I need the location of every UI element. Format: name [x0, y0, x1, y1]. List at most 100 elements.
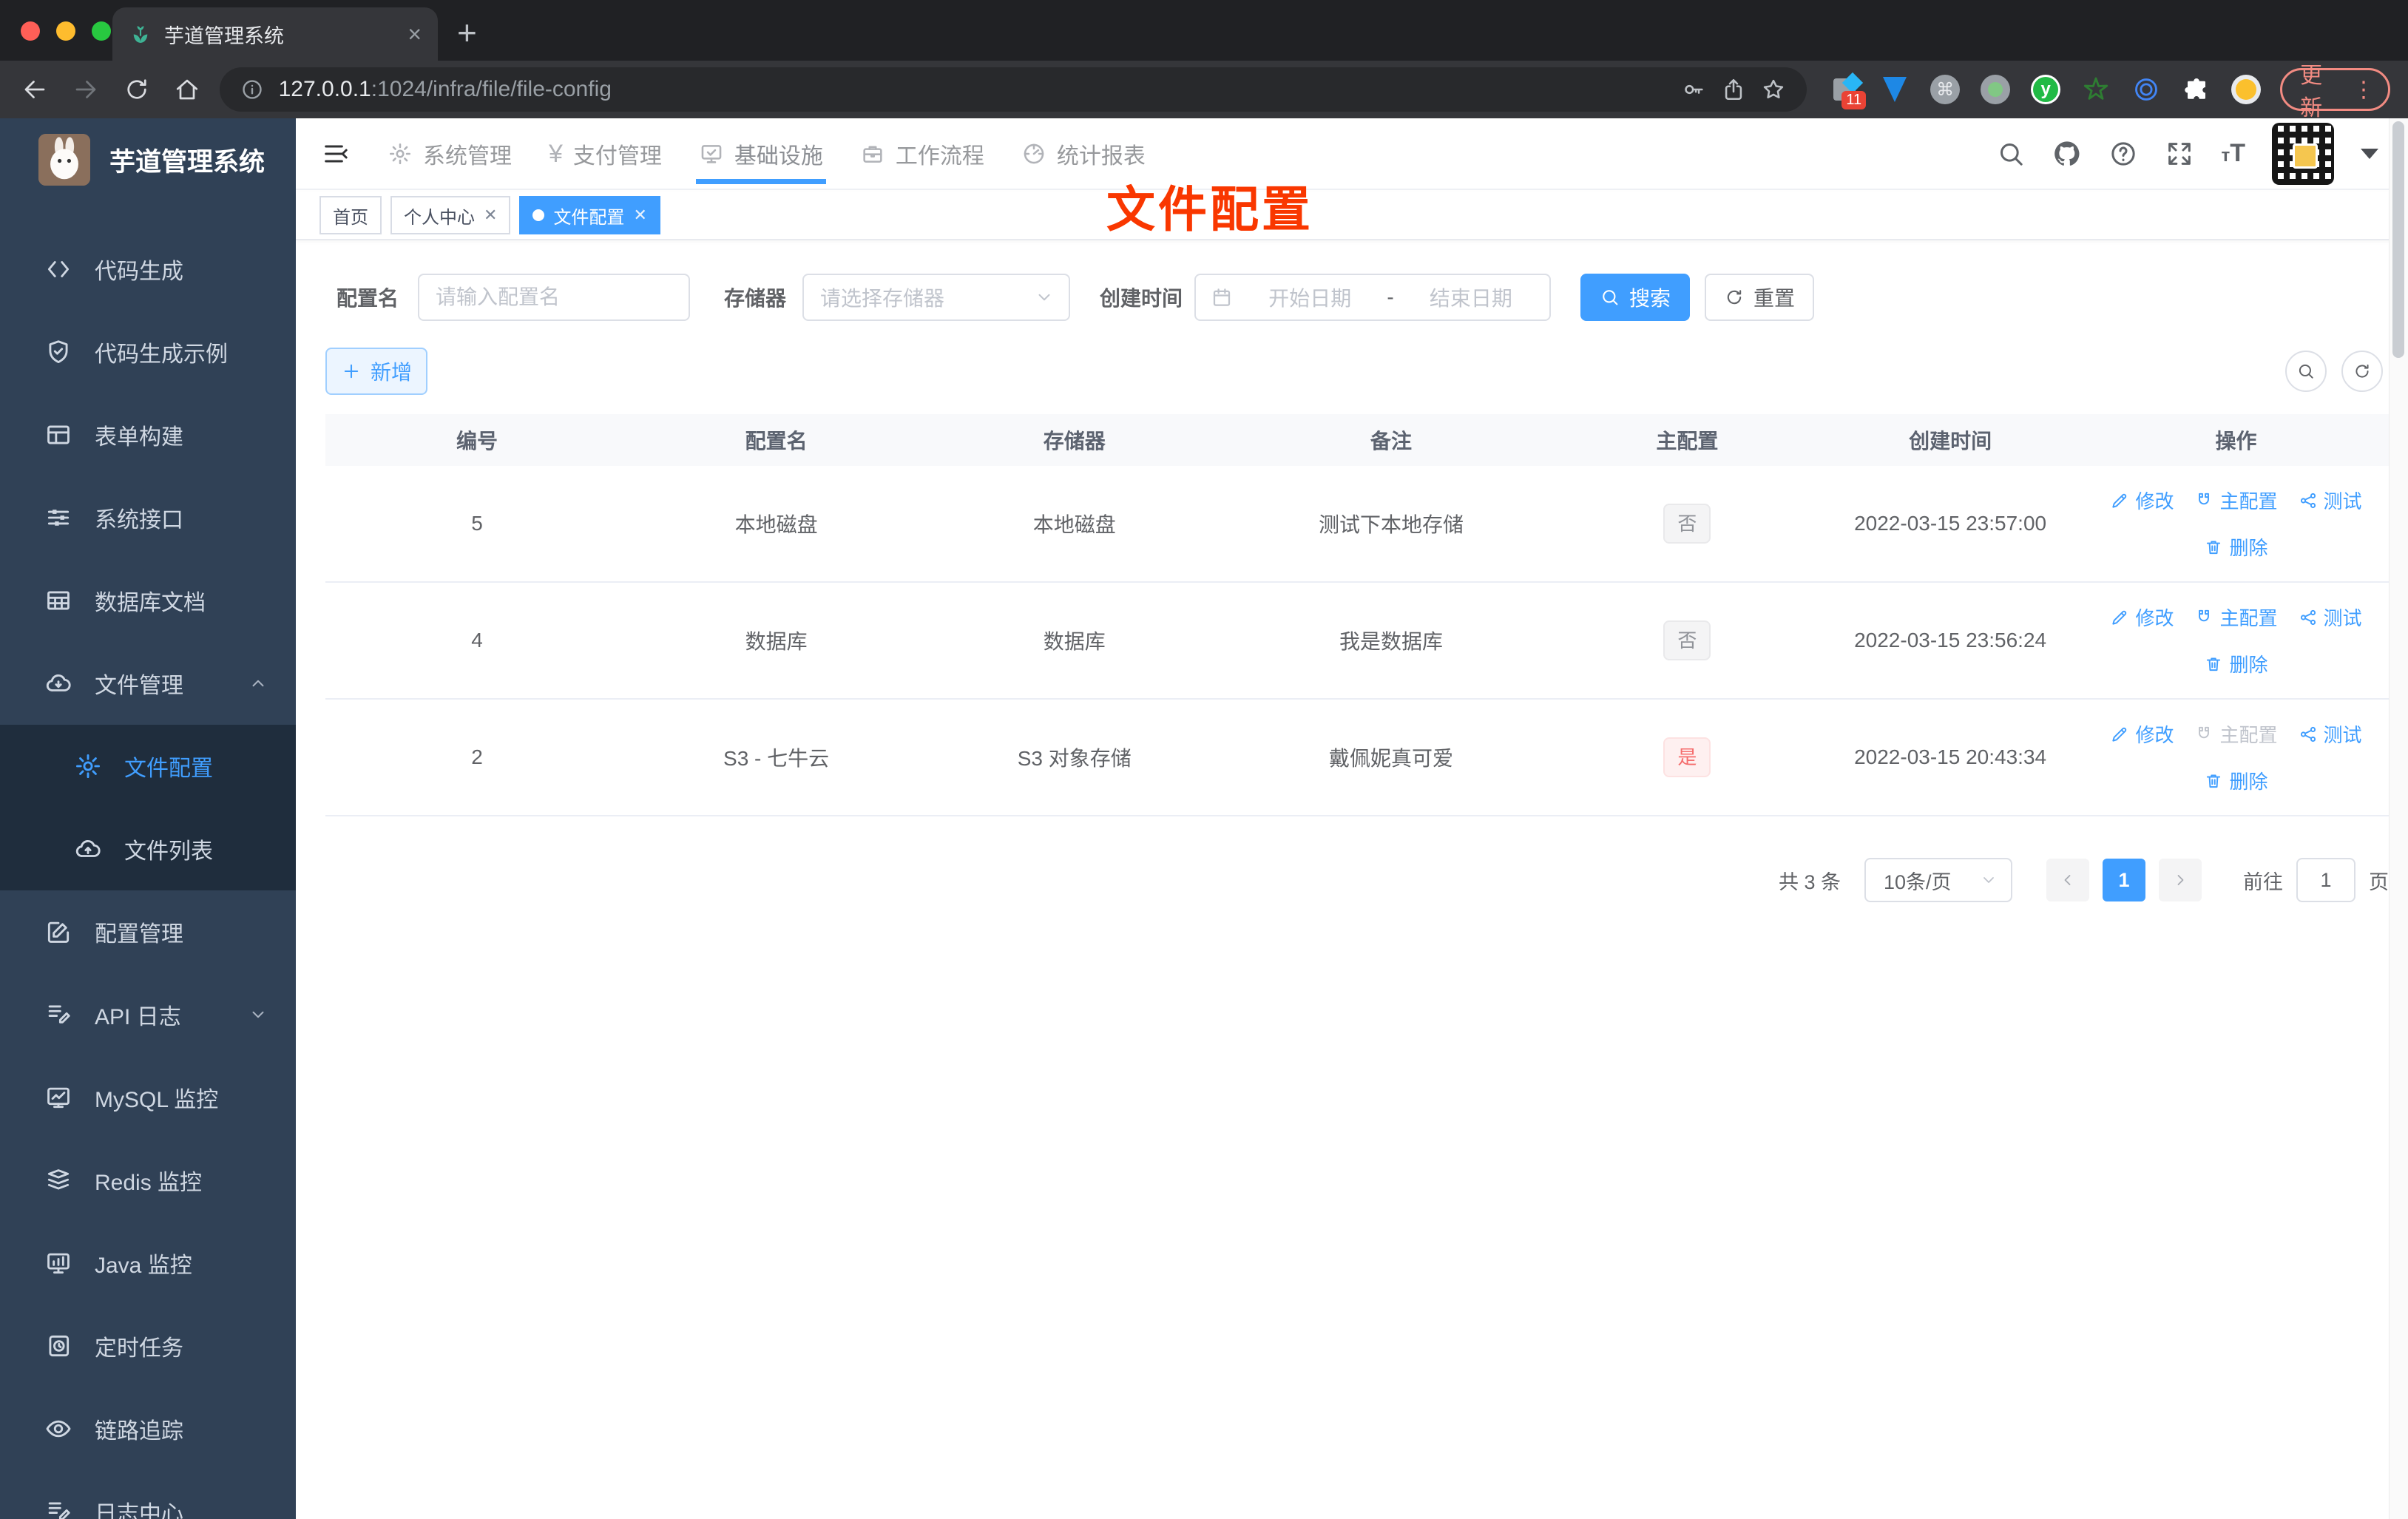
sidebar-collapse-icon[interactable] — [321, 139, 351, 169]
window-close-button[interactable] — [21, 21, 40, 41]
window-zoom-button[interactable] — [92, 21, 111, 41]
home-icon[interactable] — [172, 76, 203, 103]
pencil-icon — [2112, 610, 2127, 625]
edit-link[interactable]: 修改 — [2110, 720, 2174, 748]
url-bar[interactable]: 127.0.0.1:1024/infra/file/file-config — [219, 67, 1807, 112]
password-key-icon[interactable] — [1681, 77, 1706, 102]
goto-page-input[interactable] — [2296, 858, 2355, 902]
github-icon[interactable] — [2052, 139, 2082, 169]
tag-file-config[interactable]: 文件配置 ✕ — [519, 196, 660, 234]
browser-menu-icon[interactable]: ⋮ — [2353, 77, 2375, 103]
sidebar-item-system-api[interactable]: 系统接口 — [0, 476, 296, 559]
search-icon — [2299, 364, 2313, 379]
master-config-link[interactable]: 主配置 — [2194, 603, 2278, 631]
storage-label: 存储器 — [724, 287, 787, 310]
master-config-link[interactable]: 主配置 — [2194, 487, 2278, 514]
sidebar-item-code-gen[interactable]: 代码生成 — [0, 228, 296, 311]
reload-icon[interactable] — [121, 76, 152, 103]
edit-link[interactable]: 修改 — [2110, 603, 2174, 631]
tag-home[interactable]: 首页 — [319, 196, 382, 234]
user-avatar-qr[interactable] — [2272, 122, 2334, 185]
sidebar-item-tracing[interactable]: 链路追踪 — [0, 1387, 296, 1470]
nav-menu-infra[interactable]: 基础设施 — [695, 118, 826, 189]
page-content: 配置名 存储器 请选择存储器 创建时间 开始日期 - 结束日期 搜索 — [296, 240, 2389, 1519]
code-icon — [47, 261, 70, 277]
refresh-table-button[interactable] — [2341, 351, 2383, 392]
tab-close-icon[interactable]: × — [407, 21, 422, 48]
share-icon[interactable] — [1721, 77, 1746, 102]
browser-tab[interactable]: 芋道管理系统 × — [112, 7, 438, 61]
config-name-input[interactable] — [418, 274, 691, 321]
share-nodes-icon — [2300, 609, 2316, 625]
extension-icon-3[interactable]: ⌘ — [1930, 74, 1961, 105]
extension-icon-6[interactable] — [2080, 74, 2111, 105]
extension-icon-7[interactable] — [2131, 74, 2162, 105]
nav-menu-workflow[interactable]: 工作流程 — [860, 118, 984, 189]
next-page-button[interactable] — [2159, 859, 2202, 901]
sidebar-logo[interactable]: 芋道管理系统 — [0, 118, 296, 201]
test-link[interactable]: 测试 — [2299, 720, 2362, 748]
close-icon[interactable]: ✕ — [633, 206, 646, 225]
prev-page-button[interactable] — [2046, 859, 2089, 901]
sidebar-item-db-doc[interactable]: 数据库文档 — [0, 559, 296, 642]
tag-profile[interactable]: 个人中心 ✕ — [390, 196, 511, 234]
sidebar-item-file-manage[interactable]: 文件管理 — [0, 642, 296, 725]
fullscreen-icon[interactable] — [2165, 139, 2194, 169]
sidebar-item-form-builder[interactable]: 表单构建 — [0, 393, 296, 476]
delete-link[interactable]: 删除 — [2204, 767, 2268, 794]
sidebar-item-code-demo[interactable]: 代码生成示例 — [0, 311, 296, 393]
extension-icon-2[interactable] — [1879, 74, 1910, 105]
sidebar-item-java-monitor[interactable]: Java 监控 — [0, 1222, 296, 1305]
extensions-puzzle-icon[interactable] — [2181, 74, 2212, 105]
new-tab-button[interactable]: + — [457, 13, 477, 52]
help-icon[interactable] — [2108, 139, 2138, 169]
sidebar-item-file-list[interactable]: 文件列表 — [0, 808, 296, 890]
sidebar-item-file-config[interactable]: 文件配置 — [0, 725, 296, 808]
date-range-picker[interactable]: 开始日期 - 结束日期 — [1194, 274, 1552, 321]
url-text[interactable]: 127.0.0.1:1024/infra/file/file-config — [279, 77, 1667, 102]
delete-link[interactable]: 删除 — [2204, 650, 2268, 677]
sidebar-item-redis-monitor[interactable]: Redis 监控 — [0, 1139, 296, 1222]
nav-menu-system[interactable]: 系统管理 — [388, 118, 512, 189]
sidebar-item-cron-job[interactable]: 定时任务 — [0, 1305, 296, 1387]
font-size-icon[interactable]: тT — [2221, 139, 2245, 168]
trash-icon — [2207, 774, 2221, 788]
bookmark-star-icon[interactable] — [1761, 77, 1786, 102]
nav-menu-pay[interactable]: ¥ 支付管理 — [549, 118, 662, 189]
sidebar-item-api-log[interactable]: API 日志 — [0, 973, 296, 1056]
page-number-active[interactable]: 1 — [2103, 859, 2145, 901]
test-link[interactable]: 测试 — [2299, 487, 2362, 514]
search-button[interactable]: 搜索 — [1580, 274, 1691, 321]
table-toolbar: 新增 — [325, 348, 2389, 395]
site-info-icon[interactable] — [240, 78, 264, 101]
reset-button[interactable]: 重置 — [1705, 274, 1815, 321]
sidebar-item-log-center[interactable]: 日志中心 — [0, 1470, 296, 1519]
sidebar-item-config-manage[interactable]: 配置管理 — [0, 890, 296, 973]
scrollbar-thumb[interactable] — [2392, 121, 2404, 358]
page-size-select[interactable]: 10条/页 — [1864, 858, 2012, 902]
close-icon[interactable]: ✕ — [484, 206, 497, 225]
chart-monitor-icon — [47, 1087, 70, 1109]
extension-icon-1[interactable]: 11 — [1829, 72, 1867, 109]
extension-icon-5[interactable]: y — [2030, 74, 2061, 105]
chrome-update-button[interactable]: 更新 ⋮ — [2280, 64, 2390, 121]
shield-check-icon — [49, 340, 68, 364]
add-button[interactable]: 新增 — [325, 348, 427, 395]
end-date-placeholder[interactable]: 结束日期 — [1407, 283, 1535, 312]
forward-icon[interactable] — [70, 76, 102, 103]
edit-link[interactable]: 修改 — [2110, 487, 2174, 514]
delete-link[interactable]: 删除 — [2204, 533, 2268, 561]
sidebar-item-mysql-monitor[interactable]: MySQL 监控 — [0, 1056, 296, 1139]
start-date-placeholder[interactable]: 开始日期 — [1246, 283, 1373, 312]
window-minimize-button[interactable] — [56, 21, 75, 41]
back-icon[interactable] — [19, 76, 51, 103]
storage-select[interactable]: 请选择存储器 — [802, 274, 1071, 321]
gear-icon — [76, 754, 100, 778]
extension-icon-4[interactable] — [1980, 74, 2011, 105]
page-scrollbar[interactable] — [2389, 118, 2408, 1519]
avatar-caret-icon[interactable] — [2361, 148, 2378, 159]
search-icon[interactable] — [1996, 139, 2026, 169]
toggle-search-button[interactable] — [2285, 351, 2327, 392]
test-link[interactable]: 测试 — [2299, 603, 2362, 631]
profile-avatar-icon[interactable] — [2231, 75, 2262, 104]
